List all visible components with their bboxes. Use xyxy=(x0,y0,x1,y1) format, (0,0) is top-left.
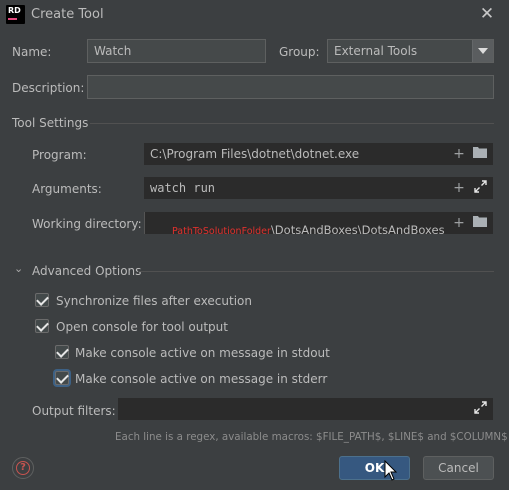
add-macro-icon[interactable]: + xyxy=(451,215,467,231)
sync-files-label[interactable]: Synchronize files after execution xyxy=(56,294,252,308)
working-directory-label: Working directory: xyxy=(32,217,142,231)
open-console-label[interactable]: Open console for tool output xyxy=(56,320,228,334)
cancel-button[interactable]: Cancel xyxy=(423,456,494,480)
add-macro-icon[interactable]: + xyxy=(451,180,467,196)
group-label: Group: xyxy=(279,45,320,59)
rider-logo-icon: RD xyxy=(6,5,25,24)
mouse-cursor-icon xyxy=(384,459,398,485)
console-active-stdout-label[interactable]: Make console active on message in stdout xyxy=(75,346,330,360)
help-button[interactable]: ? xyxy=(12,457,34,479)
macro-path-to-solution-folder: PathToSolutionFolder xyxy=(172,226,271,235)
folder-icon[interactable] xyxy=(472,215,488,231)
working-directory-suffix: \DotsAndBoxes\DotsAndBoxes xyxy=(270,223,445,235)
open-console-checkbox[interactable] xyxy=(35,319,49,333)
sync-files-checkbox[interactable] xyxy=(35,293,49,307)
arguments-input[interactable]: watch run xyxy=(143,176,494,200)
console-active-stderr-label[interactable]: Make console active on message in stderr xyxy=(75,372,327,386)
output-filters-label: Output filters: xyxy=(32,404,116,418)
program-label: Program: xyxy=(32,148,87,162)
ok-button[interactable]: OK xyxy=(339,456,410,480)
chevron-down-icon[interactable] xyxy=(472,40,493,62)
group-select-value: External Tools xyxy=(334,44,418,58)
help-icon: ? xyxy=(16,461,30,475)
arguments-value: watch run xyxy=(150,181,216,195)
output-filters-hint: Each line is a regex, available macros: … xyxy=(115,431,508,443)
name-input[interactable]: Watch xyxy=(87,39,266,63)
expand-icon[interactable] xyxy=(472,401,488,417)
expand-icon[interactable] xyxy=(472,180,488,196)
program-input[interactable]: C:\Program Files\dotnet\dotnet.exe xyxy=(143,142,494,166)
close-icon[interactable]: ✕ xyxy=(478,5,496,23)
chevron-down-icon[interactable]: ⌄ xyxy=(14,262,23,275)
tool-settings-heading: Tool Settings xyxy=(12,116,89,130)
advanced-options-heading[interactable]: Advanced Options xyxy=(32,264,141,278)
advanced-options-separator xyxy=(138,271,494,272)
dialog-title: Create Tool xyxy=(31,7,104,22)
arguments-label: Arguments: xyxy=(32,182,102,196)
output-filters-input[interactable] xyxy=(117,397,494,421)
description-input[interactable] xyxy=(87,75,494,99)
add-macro-icon[interactable]: + xyxy=(451,146,467,162)
description-label: Description: xyxy=(12,81,85,95)
group-select[interactable]: External Tools xyxy=(327,39,494,63)
program-value: C:\Program Files\dotnet\dotnet.exe xyxy=(150,147,360,161)
working-directory-input[interactable]: PathToSolutionFolder\DotsAndBoxes\DotsAn… xyxy=(143,211,494,235)
console-active-stderr-checkbox[interactable] xyxy=(55,371,69,385)
console-active-stdout-checkbox[interactable] xyxy=(55,345,69,359)
folder-icon[interactable] xyxy=(472,146,488,162)
name-label: Name: xyxy=(12,45,52,59)
title-bar: RD Create Tool ✕ xyxy=(0,0,509,30)
tool-settings-separator xyxy=(90,123,494,124)
